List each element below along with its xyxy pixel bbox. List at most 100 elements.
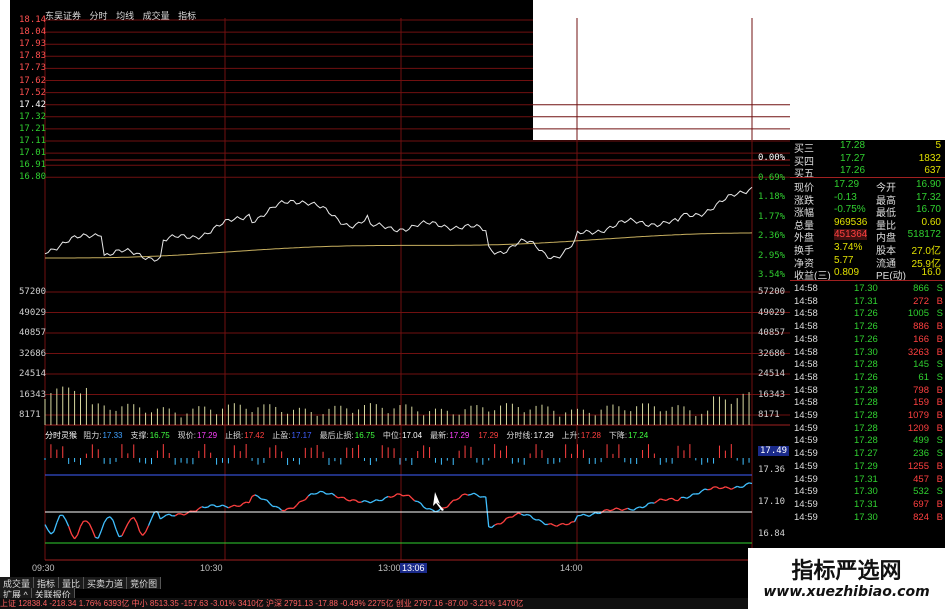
tick-row: 14:58 17.28 798 B [794, 385, 945, 398]
price-tick-label: 18.04 [19, 27, 47, 38]
tick-price: 17.28 [854, 359, 878, 371]
volume-tick-label: 8171 [758, 410, 780, 420]
indicator-segment [100, 522, 105, 532]
indicator-segment [112, 520, 117, 530]
bottom-tab[interactable]: 买卖力道 [84, 577, 128, 589]
indicator-segment [225, 505, 229, 509]
price-tick-label: 17.21 [19, 123, 47, 134]
indicator-legend-label: 最新: [430, 431, 449, 440]
indicator-segment [609, 509, 614, 512]
indicator-segment [583, 513, 587, 516]
bid-row: 买五 17.26 637 [794, 165, 945, 180]
indicator-segment [71, 533, 76, 540]
indicator-segment [518, 512, 522, 515]
indicator-segment [156, 511, 161, 520]
price-tick-label: 17.32 [19, 111, 47, 122]
tick-row: 14:59 17.28 1079 B [794, 410, 945, 423]
indicator-segment [239, 502, 244, 507]
indicator-segment [183, 512, 188, 516]
tick-volume: 272 [913, 295, 929, 307]
indicator-segment [263, 498, 268, 501]
indicator-segment [166, 513, 170, 516]
indicator-tick-label: 16.84 [758, 529, 786, 539]
indicator-segment [538, 519, 543, 523]
indicator-segment [716, 486, 720, 490]
price-tick-label: 17.73 [19, 63, 47, 74]
indicator-segment [417, 500, 422, 504]
tick-row: 14:59 17.31 457 B [794, 474, 945, 487]
tick-row: 14:58 17.26 61 S [794, 372, 945, 385]
watermark: 指标严选网 www.xuezhibiao.com [748, 548, 945, 609]
tick-price: 17.28 [854, 435, 878, 447]
indicator-segment [648, 502, 652, 504]
indicator-segment [349, 499, 353, 502]
bottom-tab[interactable]: 竞价图 [127, 577, 162, 589]
indicator-segment [62, 514, 67, 521]
indicator-segment [642, 505, 646, 509]
indicator-segment [88, 523, 93, 531]
indicator-segment [355, 499, 359, 503]
tick-price: 17.30 [854, 346, 878, 358]
stat-value: 3.74% [834, 242, 863, 253]
volume-tick-label: 32686 [758, 348, 786, 359]
indicator-segment [521, 513, 525, 517]
indicator-segment [704, 488, 708, 491]
indicator-segment [299, 500, 303, 503]
tick-price: 17.30 [854, 283, 878, 294]
indicator-segment [547, 522, 552, 526]
indicator-segment [390, 495, 395, 498]
indicator-segment [121, 529, 126, 537]
indicator-segment [639, 506, 643, 509]
bid-row: 买三 17.28 5 [794, 140, 945, 155]
indicator-legend-label: 止盈: [272, 431, 291, 440]
indicator-legend: 分时灵猴 阻力:17.33 支撑:16.75 现价:17.29 止损:17.42 止盈:… [45, 430, 656, 441]
tick-direction: S [936, 359, 943, 371]
indicator-segment [234, 504, 238, 507]
indicator-segment [527, 513, 531, 516]
indicator-legend-label: 上升: [561, 431, 580, 440]
price-tick-label: 17.11 [19, 136, 47, 146]
time-tick-label: 10:30 [200, 563, 223, 573]
tick-volume: 532 [913, 486, 929, 498]
indicator-segment [606, 508, 611, 512]
indicator-segment [139, 531, 144, 536]
tick-time: 14:58 [794, 321, 818, 333]
indicator-segment [266, 499, 271, 505]
volume-tick-label: 24514 [19, 369, 47, 379]
tick-price: 17.30 [854, 511, 878, 523]
indicator-segment [408, 494, 413, 499]
indicator-legend-item: 中位:17.04 [383, 431, 426, 440]
tick-direction: B [936, 321, 943, 333]
tab-ma[interactable]: 均线 [116, 11, 134, 21]
indicator-segment [737, 485, 741, 488]
indicator-segment [683, 496, 688, 499]
indicator-segment [532, 517, 537, 521]
mouse-cursor-icon [433, 492, 444, 511]
indicator-legend-label: 止损: [225, 431, 244, 440]
indicator-segment [142, 531, 147, 536]
panel-separator [790, 177, 945, 178]
indicator-segment [731, 487, 735, 490]
tick-volume: 1005 [907, 308, 929, 320]
stock-name: 东吴证券 [45, 11, 82, 21]
indicator-segment [293, 505, 297, 509]
indicator-legend-value: 17.29 [478, 431, 499, 440]
tick-row: 14:58 17.28 159 B [794, 397, 945, 410]
indicator-segment [553, 524, 557, 527]
tab-volume[interactable]: 成交量 [143, 11, 170, 21]
tab-intraday[interactable]: 分时 [90, 11, 108, 21]
indicator-segment [79, 520, 85, 527]
stat-value: -0.75% [834, 204, 866, 216]
indicator-legend-item: 最新:17.29 [430, 431, 473, 440]
indicator-segment [242, 501, 247, 504]
tick-time: 14:58 [794, 384, 818, 396]
indicator-segment [331, 492, 336, 497]
tab-indicator[interactable]: 指标 [178, 11, 196, 21]
price-line [44, 186, 753, 262]
intraday-chart[interactable] [0, 0, 790, 598]
volume-tick-label: 57200 [758, 287, 786, 297]
tick-price: 17.26 [854, 371, 878, 383]
price-tick-label: 16.80 [19, 172, 47, 183]
tick-row: 14:58 17.26 166 B [794, 334, 945, 347]
quote-panel: 买三 17.28 5 买四 17.27 1832 买五 17.26 637 现价 17.29 今开 16… [790, 140, 945, 609]
